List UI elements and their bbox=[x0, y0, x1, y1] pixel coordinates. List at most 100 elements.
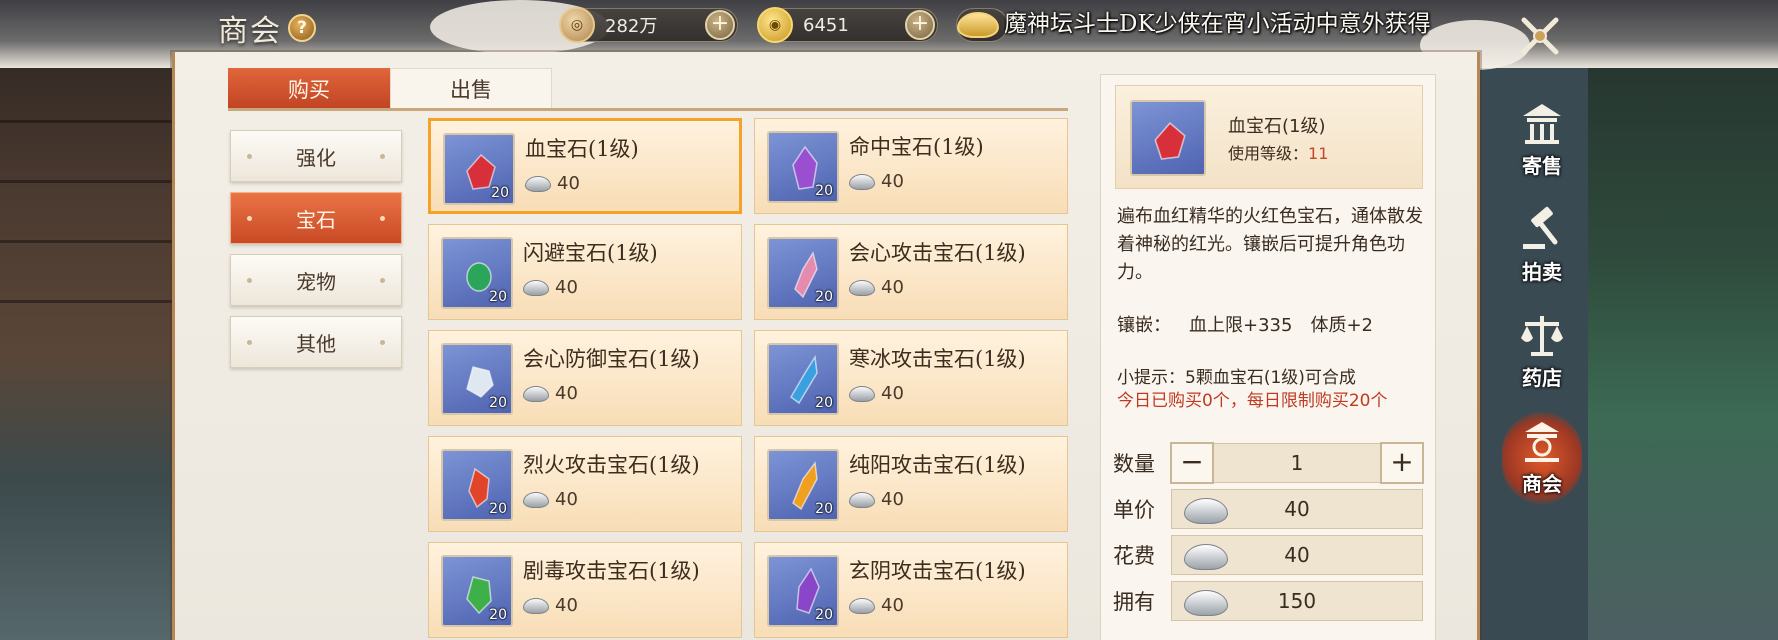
unit-price-box: 40 bbox=[1171, 489, 1423, 529]
item-icon-frame: 20 bbox=[767, 555, 839, 627]
increase-quantity-button[interactable]: + bbox=[1380, 442, 1424, 484]
item-name: 剧毒攻击宝石(1级) bbox=[523, 559, 700, 583]
silver-ingot-icon bbox=[525, 175, 551, 192]
category-gems[interactable]: 宝石 bbox=[230, 192, 402, 244]
category-pets[interactable]: 宠物 bbox=[230, 254, 402, 306]
gold-currency: ◉ 6451 + bbox=[757, 7, 938, 43]
category-enhance[interactable]: 强化 bbox=[230, 130, 402, 182]
item-price: 40 bbox=[881, 383, 904, 404]
item-icon-frame: 20 bbox=[767, 131, 839, 203]
quantity-label: 数量 bbox=[1113, 452, 1155, 476]
nav-label: 拍卖 bbox=[1522, 259, 1562, 284]
detail-required-level: 使用等级：11 bbox=[1228, 140, 1328, 164]
item-card[interactable]: 20 血宝石(1级) 40 bbox=[428, 118, 742, 214]
help-icon[interactable]: ? bbox=[288, 14, 316, 42]
silver-ingot-icon bbox=[849, 279, 875, 296]
cost-value: 40 bbox=[1284, 543, 1310, 567]
add-copper-button[interactable]: + bbox=[705, 10, 735, 40]
item-name: 会心攻击宝石(1级) bbox=[849, 241, 1026, 265]
nav-guild[interactable]: 商会 bbox=[1500, 404, 1584, 510]
item-description: 遍布血红精华的火红色宝石，通体散发着神秘的红光。镶嵌后可提升角色功力。 bbox=[1117, 206, 1423, 283]
tab-buy[interactable]: 购买 bbox=[228, 68, 390, 110]
quantity-row: 数量 − 1 + bbox=[1113, 441, 1425, 485]
quantity-value[interactable]: 1 bbox=[1291, 451, 1304, 475]
item-count: 20 bbox=[815, 183, 833, 199]
category-list: 强化 宝石 宠物 其他 bbox=[230, 130, 402, 378]
item-count: 20 bbox=[489, 395, 507, 411]
add-gold-button[interactable]: + bbox=[905, 10, 935, 40]
broadcast-ticker: 魔神坛斗士DK少侠在宵小活动中意外获得 bbox=[1004, 11, 1431, 37]
copper-amount: 282万 bbox=[605, 16, 658, 37]
inlay-stats: 镶嵌： 血上限+335 体质+2 bbox=[1117, 311, 1373, 337]
item-name: 寒冰攻击宝石(1级) bbox=[849, 347, 1026, 371]
category-label: 宠物 bbox=[296, 269, 336, 294]
silver-ingot-icon bbox=[523, 279, 549, 296]
silver-ingot-icon bbox=[849, 597, 875, 614]
tab-sell[interactable]: 出售 bbox=[390, 68, 552, 110]
item-count: 20 bbox=[815, 607, 833, 623]
item-icon-frame: 20 bbox=[443, 133, 515, 205]
item-price: 40 bbox=[555, 383, 578, 404]
item-card[interactable]: 20 纯阳攻击宝石(1级) 40 bbox=[754, 436, 1068, 532]
tab-bar: 购买 出售 bbox=[228, 68, 552, 110]
item-name: 命中宝石(1级) bbox=[849, 135, 984, 159]
item-count: 20 bbox=[815, 501, 833, 517]
crossed-swords-icon bbox=[1521, 17, 1559, 55]
item-card[interactable]: 20 命中宝石(1级) 40 bbox=[754, 118, 1068, 214]
item-icon-frame: 20 bbox=[441, 555, 513, 627]
item-name: 玄阴攻击宝石(1级) bbox=[849, 559, 1026, 583]
silver-ingot-icon bbox=[849, 491, 875, 508]
item-price: 40 bbox=[555, 595, 578, 616]
tab-divider bbox=[228, 108, 1068, 111]
item-icon-frame: 20 bbox=[441, 237, 513, 309]
cost-box: 40 bbox=[1171, 535, 1423, 575]
item-card[interactable]: 20 会心防御宝石(1级) 40 bbox=[428, 330, 742, 426]
header-title-group: 商会 ? bbox=[218, 6, 316, 50]
decrease-quantity-button[interactable]: − bbox=[1170, 442, 1214, 484]
close-button[interactable] bbox=[1508, 4, 1572, 68]
purchase-limit: 今日已购买0个，每日限制购买20个 bbox=[1117, 391, 1388, 411]
detail-item-icon-frame bbox=[1130, 100, 1206, 176]
item-card[interactable]: 20 烈火攻击宝石(1级) 40 bbox=[428, 436, 742, 532]
unit-price-value: 40 bbox=[1284, 497, 1310, 521]
item-card[interactable]: 20 寒冰攻击宝石(1级) 40 bbox=[754, 330, 1068, 426]
copper-coin-icon: ◎ bbox=[559, 7, 595, 43]
category-label: 强化 bbox=[296, 145, 336, 170]
item-card[interactable]: 20 玄阴攻击宝石(1级) 40 bbox=[754, 542, 1068, 638]
owned-row: 拥有 150 bbox=[1113, 579, 1425, 623]
cost-row: 花费 40 bbox=[1113, 533, 1425, 577]
item-count: 20 bbox=[489, 289, 507, 305]
silver-ingot-icon bbox=[1184, 544, 1228, 570]
item-card[interactable]: 20 剧毒攻击宝石(1级) 40 bbox=[428, 542, 742, 638]
item-card[interactable]: 20 会心攻击宝石(1级) 40 bbox=[754, 224, 1068, 320]
owned-box: 150 bbox=[1171, 581, 1423, 621]
nav-consign[interactable]: 寄售 bbox=[1500, 86, 1584, 192]
item-count: 20 bbox=[489, 501, 507, 517]
item-count: 20 bbox=[491, 185, 509, 201]
item-price: 40 bbox=[555, 277, 578, 298]
item-icon-frame: 20 bbox=[441, 449, 513, 521]
nav-label: 寄售 bbox=[1522, 153, 1562, 178]
silver-ingot-icon bbox=[523, 597, 549, 614]
gavel-icon bbox=[1523, 206, 1558, 249]
item-icon-frame: 20 bbox=[767, 237, 839, 309]
item-name: 闪避宝石(1级) bbox=[523, 241, 658, 265]
category-other[interactable]: 其他 bbox=[230, 316, 402, 368]
silver-ingot-icon bbox=[1184, 590, 1228, 616]
item-card[interactable]: 20 闪避宝石(1级) 40 bbox=[428, 224, 742, 320]
item-name: 烈火攻击宝石(1级) bbox=[523, 453, 700, 477]
owned-label: 拥有 bbox=[1113, 590, 1155, 614]
item-name: 血宝石(1级) bbox=[525, 137, 639, 161]
nav-label: 药店 bbox=[1522, 365, 1562, 390]
gold-coin-icon: ◉ bbox=[757, 7, 793, 43]
item-icon-frame: 20 bbox=[441, 343, 513, 415]
nav-pharmacy[interactable]: 药店 bbox=[1500, 298, 1584, 404]
ingot-currency bbox=[956, 8, 1008, 42]
inlay-stat-constitution: 体质+2 bbox=[1310, 315, 1373, 336]
gold-ingot-icon bbox=[957, 12, 999, 38]
nav-auction[interactable]: 拍卖 bbox=[1500, 192, 1584, 298]
item-price: 40 bbox=[881, 489, 904, 510]
quantity-stepper: − 1 + bbox=[1170, 442, 1424, 484]
blood-gem-icon bbox=[1154, 122, 1186, 160]
cost-label: 花费 bbox=[1113, 544, 1155, 568]
